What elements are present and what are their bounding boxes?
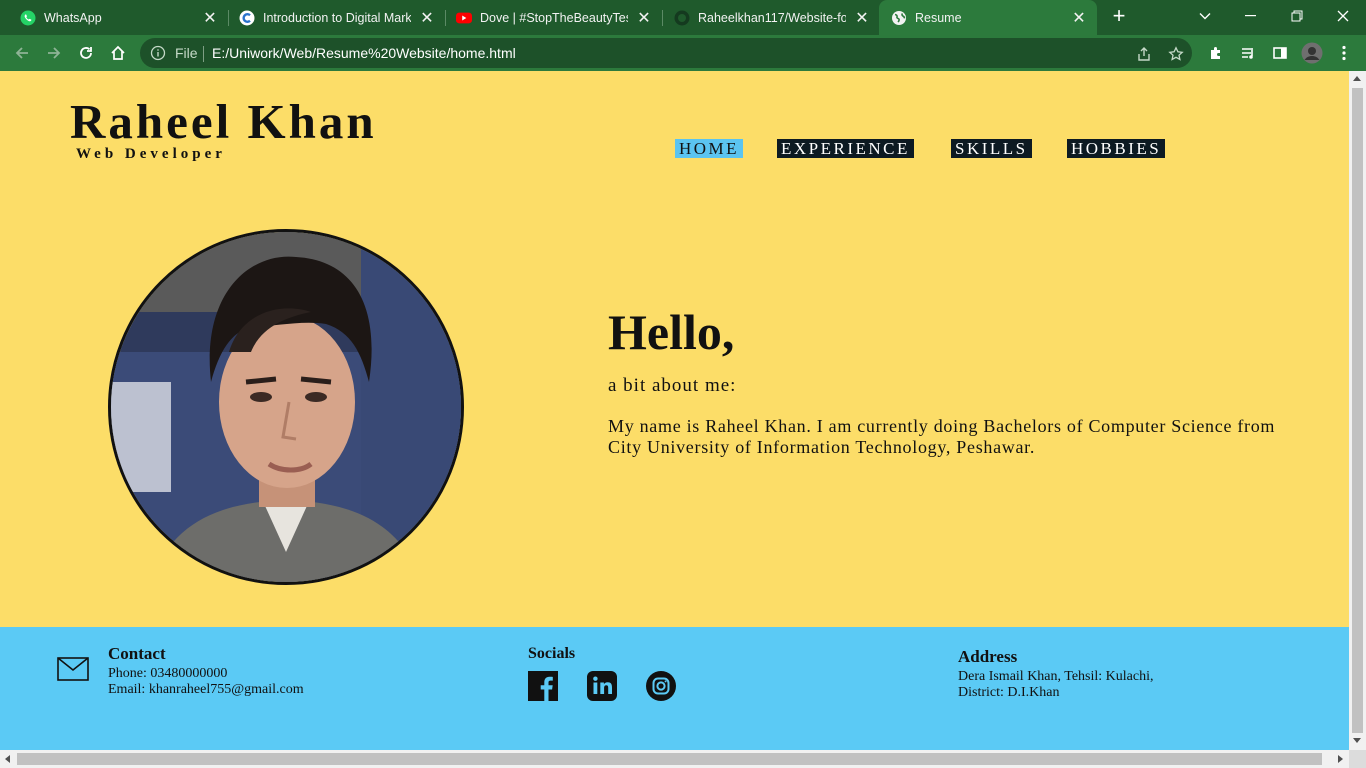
contact-title: Contact — [108, 644, 166, 663]
linkedin-icon[interactable] — [587, 671, 617, 701]
divider — [203, 46, 204, 62]
tab-resume[interactable]: Resume ✕ — [879, 0, 1097, 35]
nav-skills[interactable]: SKILLS — [951, 139, 1032, 158]
extensions-icon[interactable] — [1204, 41, 1228, 65]
contact-email: Email: khanraheel755@gmail.com — [108, 682, 304, 697]
media-control-icon[interactable] — [1236, 41, 1260, 65]
close-tab-icon[interactable]: ✕ — [417, 8, 437, 28]
globe-icon — [891, 10, 907, 26]
scroll-right-icon[interactable] — [1338, 755, 1343, 763]
address-line-1: Dera Ismail Khan, Tehsil: Kulachi, — [958, 669, 1154, 684]
back-icon[interactable] — [10, 41, 34, 65]
scroll-up-icon[interactable] — [1353, 76, 1361, 81]
vertical-scroll-thumb[interactable] — [1352, 88, 1363, 733]
tab-search-icon[interactable] — [1182, 0, 1228, 32]
bookmark-star-icon[interactable] — [1166, 44, 1186, 64]
github-icon — [674, 10, 690, 26]
tab-title: WhatsApp — [44, 10, 102, 25]
info-icon[interactable] — [150, 45, 166, 66]
horizontal-scroll-thumb[interactable] — [17, 753, 1322, 765]
url-text[interactable]: E:/Uniwork/Web/Resume%20Website/home.htm… — [212, 45, 516, 61]
profile-avatar-icon[interactable] — [1300, 41, 1324, 65]
reload-icon[interactable] — [74, 41, 98, 65]
nav-experience[interactable]: EXPERIENCE — [777, 139, 914, 158]
nav-hobbies[interactable]: HOBBIES — [1067, 139, 1166, 158]
profile-photo — [108, 229, 464, 585]
tab-title: Dove | #StopTheBeautyTest (I — [480, 10, 628, 25]
intro-subtitle: a bit about me: — [608, 375, 737, 396]
tab-title: Raheelkhan117/Website-for- — [698, 10, 846, 25]
browser-toolbar: File E:/Uniwork/Web/Resume%20Website/hom… — [0, 35, 1366, 71]
share-icon[interactable] — [1134, 44, 1154, 64]
forward-icon[interactable] — [42, 41, 66, 65]
horizontal-scrollbar[interactable] — [0, 750, 1349, 768]
tab-dove-youtube[interactable]: Dove | #StopTheBeautyTest (I ✕ — [436, 0, 662, 35]
scrollbar-corner — [1349, 750, 1366, 768]
minimize-icon[interactable] — [1228, 0, 1274, 32]
new-tab-button[interactable]: + — [1108, 5, 1130, 28]
intro-greeting: Hello, — [608, 304, 735, 360]
youtube-icon — [456, 10, 472, 26]
tab-title: Resume — [915, 10, 962, 25]
close-tab-icon[interactable]: ✕ — [1069, 8, 1089, 28]
socials-title: Socials — [528, 645, 576, 662]
side-panel-icon[interactable] — [1268, 41, 1292, 65]
nav-home[interactable]: HOME — [675, 139, 744, 158]
url-scheme-label: File — [175, 45, 198, 61]
whatsapp-icon — [20, 10, 36, 26]
vertical-scrollbar[interactable] — [1349, 71, 1366, 750]
close-tab-icon[interactable]: ✕ — [200, 8, 220, 28]
site-role: Web Developer — [76, 146, 226, 162]
scroll-left-icon[interactable] — [5, 755, 10, 763]
page-viewport: Raheel Khan Web Developer HOME EXPERIENC… — [0, 71, 1349, 750]
mail-icon — [57, 657, 89, 686]
footer: Contact Phone: 03480000000 Email: khanra… — [0, 627, 1349, 750]
site-name: Raheel Khan — [70, 94, 377, 149]
instagram-icon[interactable] — [646, 671, 676, 701]
tab-title: Introduction to Digital Marke — [263, 10, 411, 25]
address-bar[interactable]: File E:/Uniwork/Web/Resume%20Website/hom… — [140, 38, 1192, 68]
home-icon[interactable] — [106, 41, 130, 65]
coursera-icon — [239, 10, 255, 26]
close-window-icon[interactable] — [1320, 0, 1366, 32]
tab-digital-marketing[interactable]: Introduction to Digital Marke ✕ — [219, 0, 445, 35]
restore-icon[interactable] — [1274, 0, 1320, 32]
address-title: Address — [958, 647, 1018, 666]
facebook-icon[interactable] — [528, 671, 558, 701]
intro-text: My name is Raheel Khan. I am currently d… — [608, 416, 1276, 457]
scroll-down-icon[interactable] — [1353, 738, 1361, 743]
menu-kebab-icon[interactable] — [1332, 41, 1356, 65]
tab-github[interactable]: Raheelkhan117/Website-for- ✕ — [654, 0, 880, 35]
tab-whatsapp[interactable]: WhatsApp ✕ — [0, 0, 228, 35]
address-line-2: District: D.I.Khan — [958, 685, 1060, 700]
close-tab-icon[interactable]: ✕ — [852, 8, 872, 28]
close-tab-icon[interactable]: ✕ — [634, 8, 654, 28]
contact-phone: Phone: 03480000000 — [108, 666, 228, 681]
tab-strip: WhatsApp ✕ Introduction to Digital Marke… — [0, 0, 1366, 35]
